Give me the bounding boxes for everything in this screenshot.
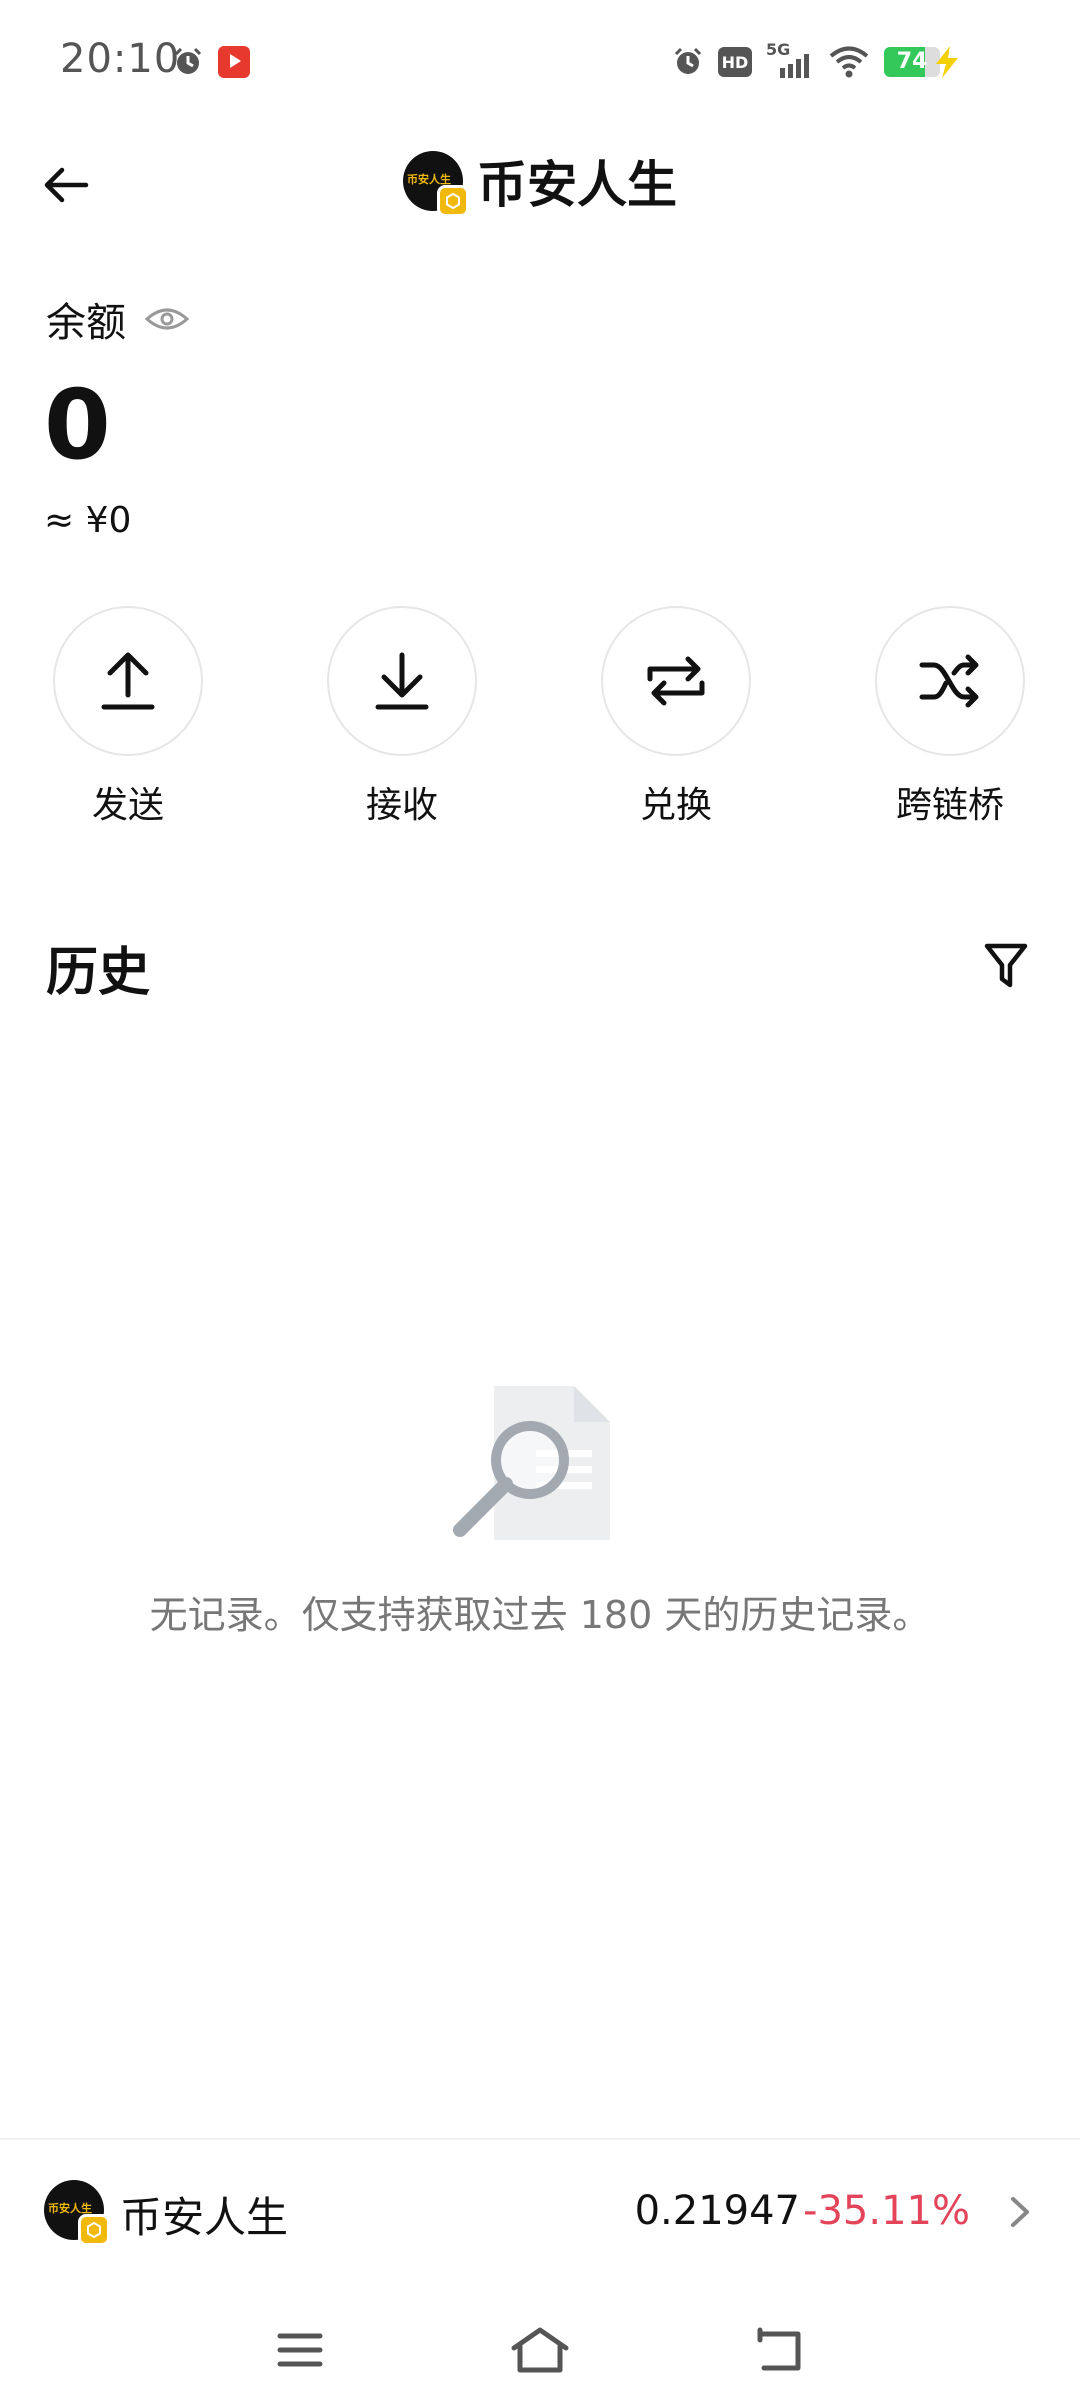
chain-badge-icon [78, 2214, 110, 2246]
balance-label-row: 余额 [46, 290, 190, 348]
alarm-icon [674, 47, 702, 74]
status-time: 20:10 [60, 36, 181, 82]
back-nav-icon [757, 2327, 801, 2371]
send-button[interactable]: 发送 [28, 606, 228, 828]
receive-button[interactable]: 接收 [302, 606, 502, 828]
home-icon [511, 2327, 569, 2373]
send-circle[interactable] [53, 606, 203, 756]
filter-icon [984, 943, 1028, 988]
balance-value: 0 [44, 369, 111, 481]
balance-fiat: ≈ ¥0 [44, 500, 132, 541]
charging-icon [936, 46, 958, 78]
token-ticker[interactable]: 币安人生 币安人生 0.21947 -35.11% [0, 2140, 1080, 2280]
status-icons: HD 5G 74 [672, 40, 940, 80]
menu-icon [277, 2333, 323, 2367]
upload-icon [101, 652, 155, 710]
token-avatar: 币安人生 [403, 151, 469, 217]
menu-button[interactable] [260, 2320, 340, 2380]
ticker-price: 0.21947 [634, 2188, 800, 2234]
empty-document-search-icon [453, 1386, 610, 1540]
header: 币安人生 币安人生 [0, 130, 1080, 240]
swap-button[interactable]: 兑换 [576, 606, 776, 828]
signal-icon: 5G [766, 40, 814, 80]
filter-button[interactable] [978, 938, 1034, 994]
bridge-button[interactable]: 跨链桥 [850, 606, 1050, 828]
swap-label: 兑换 [639, 785, 712, 826]
hd-icon: HD [718, 47, 752, 77]
history-title: 历史 [46, 943, 151, 1003]
home-button[interactable] [500, 2320, 580, 2380]
alarm-icon [174, 47, 202, 74]
bridge-circle[interactable] [875, 606, 1025, 756]
empty-history-message: 无记录。仅支持获取过去 180 天的历史记录。 [149, 1593, 931, 1637]
system-nav-bar [0, 2280, 1080, 2408]
eye-icon[interactable] [144, 304, 190, 334]
bridge-label: 跨链桥 [895, 785, 1004, 826]
swap-icon [647, 656, 705, 706]
receive-circle[interactable] [327, 606, 477, 756]
balance-label: 余额 [46, 300, 126, 346]
page-title: 币安人生 [477, 156, 677, 214]
send-label: 发送 [91, 785, 164, 826]
ticker-avatar: 币安人生 [44, 2180, 110, 2246]
receive-label: 接收 [365, 785, 438, 826]
chevron-right-icon[interactable] [1000, 2192, 1040, 2232]
action-row: 发送 接收 兑换 跨链桥 [0, 606, 1080, 826]
shuffle-icon [919, 654, 979, 708]
wifi-icon [829, 46, 869, 78]
back-nav-button[interactable] [740, 2320, 820, 2380]
chain-badge-icon [437, 185, 469, 217]
ticker-name: 币安人生 [120, 2193, 289, 2242]
swap-circle[interactable] [601, 606, 751, 756]
network-label: 5G [766, 40, 791, 59]
video-app-icon [218, 46, 250, 78]
status-bar: 20:10 HD 5G 74 [0, 0, 1080, 120]
download-icon [375, 652, 429, 710]
ticker-change: -35.11% [803, 2188, 970, 2234]
header-token: 币安人生 币安人生 [0, 145, 1080, 217]
